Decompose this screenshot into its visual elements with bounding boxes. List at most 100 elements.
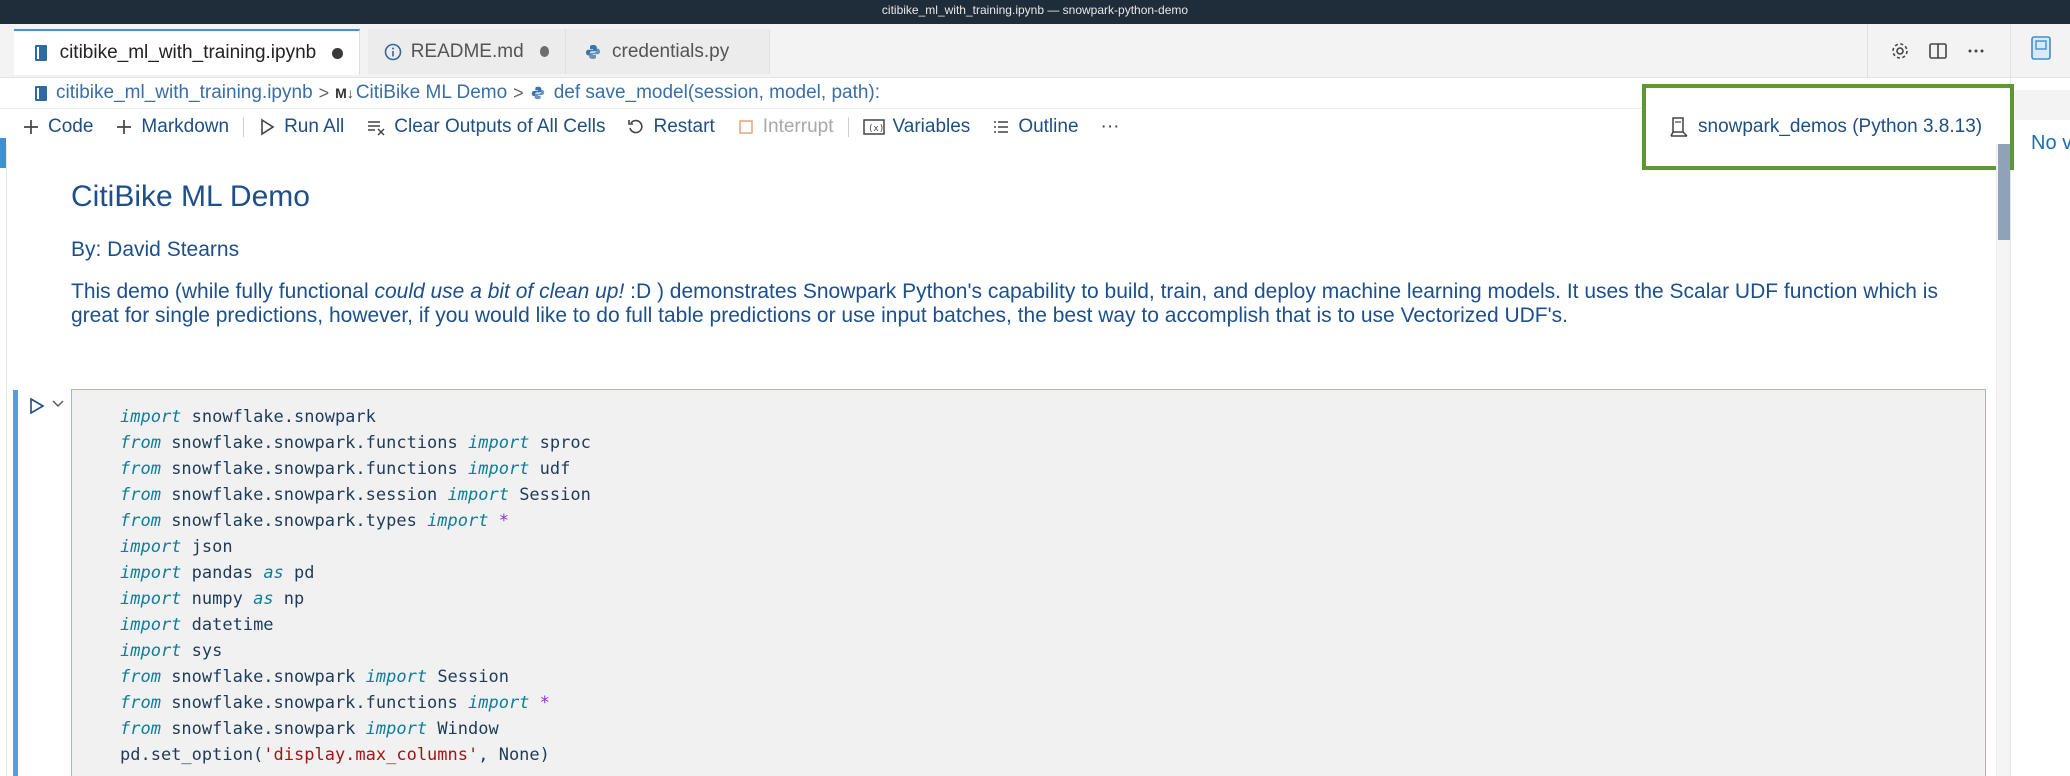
- code-token: snowflake.snowpark: [160, 719, 366, 739]
- clear-all-icon: [366, 118, 386, 136]
- plus-icon: [22, 118, 40, 136]
- tab-citibike-notebook[interactable]: citibike_ml_with_training.ipynb: [14, 29, 360, 75]
- code-line[interactable]: from snowflake.snowpark.types import *: [120, 508, 1985, 534]
- code-line[interactable]: from snowflake.snowpark.functions import…: [120, 690, 1985, 716]
- code-token: udf: [529, 459, 571, 479]
- code-line[interactable]: import pandas as pd: [120, 560, 1985, 586]
- code-line[interactable]: import numpy as np: [120, 586, 1985, 612]
- code-token: from: [120, 511, 161, 531]
- server-environment-icon: [1670, 116, 1688, 138]
- window-title: citibike_ml_with_training.ipynb — snowpa…: [0, 0, 2070, 24]
- restart-icon: [627, 118, 645, 136]
- code-token: import: [365, 719, 428, 739]
- code-token: np: [273, 589, 305, 609]
- code-line[interactable]: import sys: [120, 638, 1985, 664]
- chevron-down-icon[interactable]: [50, 396, 66, 412]
- play-icon: [258, 118, 276, 136]
- code-line[interactable]: from snowflake.snowpark.functions import…: [120, 430, 1985, 456]
- info-icon: [384, 43, 403, 61]
- outline-button[interactable]: Outline: [992, 115, 1079, 138]
- breadcrumb-symbol[interactable]: def save_model(session, model, path):: [530, 82, 880, 104]
- code-line[interactable]: import json: [120, 534, 1985, 560]
- code-token: import: [120, 589, 182, 609]
- variables-icon: (x): [862, 118, 885, 136]
- code-token: Session: [508, 485, 591, 505]
- split-editor-icon[interactable]: [1924, 37, 1952, 65]
- variables-button[interactable]: (x) Variables: [862, 115, 971, 138]
- code-token: *: [539, 693, 550, 713]
- code-cell-editor[interactable]: import snowflake.snowpark from snowflake.…: [71, 389, 1986, 776]
- toolbar-divider: [243, 116, 245, 137]
- svg-text:(x): (x): [868, 124, 884, 134]
- code-line[interactable]: import datetime: [120, 612, 1985, 638]
- kernel-label: snowpark_demos (Python 3.8.13): [1698, 116, 1983, 137]
- code-token: pandas: [181, 563, 264, 583]
- code-token: datetime: [181, 615, 274, 635]
- code-token: Session: [427, 667, 509, 687]
- editor-actions: [1867, 24, 1990, 78]
- code-token: sys: [181, 641, 223, 661]
- code-token: from: [120, 433, 161, 453]
- add-markdown-cell-button[interactable]: Markdown: [115, 116, 229, 138]
- notebook-icon: [30, 44, 52, 62]
- notebook-title: CitiBike ML Demo: [71, 180, 310, 213]
- code-token: import: [468, 459, 530, 479]
- code-line[interactable]: import snowflake.snowpark: [120, 404, 1985, 430]
- code-token: snowflake.snowpark.functions: [160, 693, 468, 713]
- code-line[interactable]: from snowflake.snowpark.session import S…: [120, 482, 1985, 508]
- code-token: from: [120, 459, 161, 479]
- restart-button[interactable]: Restart: [627, 115, 715, 138]
- run-all-label: Run All: [284, 115, 345, 137]
- kernel-picker[interactable]: snowpark_demos (Python 3.8.13): [1642, 84, 2014, 170]
- secondary-side-panel: No v: [2010, 24, 2070, 776]
- code-line[interactable]: from snowflake.snowpark import Session: [120, 664, 1985, 690]
- run-all-button[interactable]: Run All: [258, 116, 344, 138]
- notebook-icon: [34, 85, 48, 102]
- clear-outputs-button[interactable]: Clear Outputs of All Cells: [366, 116, 605, 138]
- code-token: import: [427, 511, 489, 531]
- gear-icon[interactable]: [1886, 37, 1914, 65]
- code-token: as: [253, 589, 274, 609]
- tab-readme[interactable]: README.md: [368, 29, 566, 74]
- vertical-scrollbar[interactable]: [1996, 144, 2010, 776]
- code-token: snowflake.snowpark: [181, 407, 376, 427]
- unsaved-dot-icon[interactable]: [539, 46, 549, 57]
- breadcrumb-section[interactable]: M↓ CitiBike ML Demo: [335, 82, 507, 104]
- chevron-right-icon: >: [318, 82, 330, 103]
- variables-label: Variables: [892, 115, 971, 137]
- notebook-panel-icon[interactable]: [2029, 35, 2053, 66]
- code-line[interactable]: from snowflake.snowpark.functions import…: [120, 456, 1985, 482]
- interrupt-button[interactable]: Interrupt: [737, 116, 834, 138]
- outline-label: Outline: [1018, 115, 1079, 137]
- list-icon: [992, 118, 1010, 136]
- markdown-cell[interactable]: CitiBike ML Demo By: David Stearns This …: [71, 180, 1991, 328]
- more-actions-button[interactable]: ···: [1101, 116, 1120, 138]
- unsaved-dot-icon[interactable]: [332, 47, 343, 59]
- breadcrumb-file-label: citibike_ml_with_training.ipynb: [56, 82, 313, 103]
- run-cell-button[interactable]: [26, 394, 48, 418]
- code-token: as: [263, 563, 284, 583]
- panel-strip: [2011, 90, 2070, 120]
- code-token: 'display.max_columns': [263, 745, 479, 765]
- markdown-label: Markdown: [141, 115, 230, 137]
- more-icon[interactable]: [1962, 37, 1990, 65]
- code-line[interactable]: from snowflake.snowpark import Window: [120, 716, 1985, 742]
- scrollbar-thumb[interactable]: [1998, 144, 2010, 240]
- description-text: This demo (while fully functional could …: [71, 280, 1991, 328]
- cell-focus-bar: [13, 390, 18, 776]
- restart-label: Restart: [653, 115, 715, 137]
- code-token: from: [120, 667, 161, 687]
- add-code-cell-button[interactable]: Code: [22, 116, 93, 138]
- clear-outputs-label: Clear Outputs of All Cells: [394, 115, 606, 137]
- code-token: import: [120, 615, 182, 635]
- panel-header: [2011, 24, 2070, 78]
- code-label: Code: [48, 115, 94, 137]
- code-line[interactable]: pd.set_option('display.max_columns', Non…: [120, 742, 1985, 768]
- python-icon: [530, 85, 546, 101]
- breadcrumb-file[interactable]: citibike_ml_with_training.ipynb: [34, 82, 313, 104]
- code-token: , None): [478, 745, 550, 765]
- chevron-right-icon: >: [513, 82, 524, 103]
- tab-credentials[interactable]: credentials.py: [566, 29, 770, 74]
- tab-strip: citibike_ml_with_training.ipynb README.m…: [0, 24, 2010, 78]
